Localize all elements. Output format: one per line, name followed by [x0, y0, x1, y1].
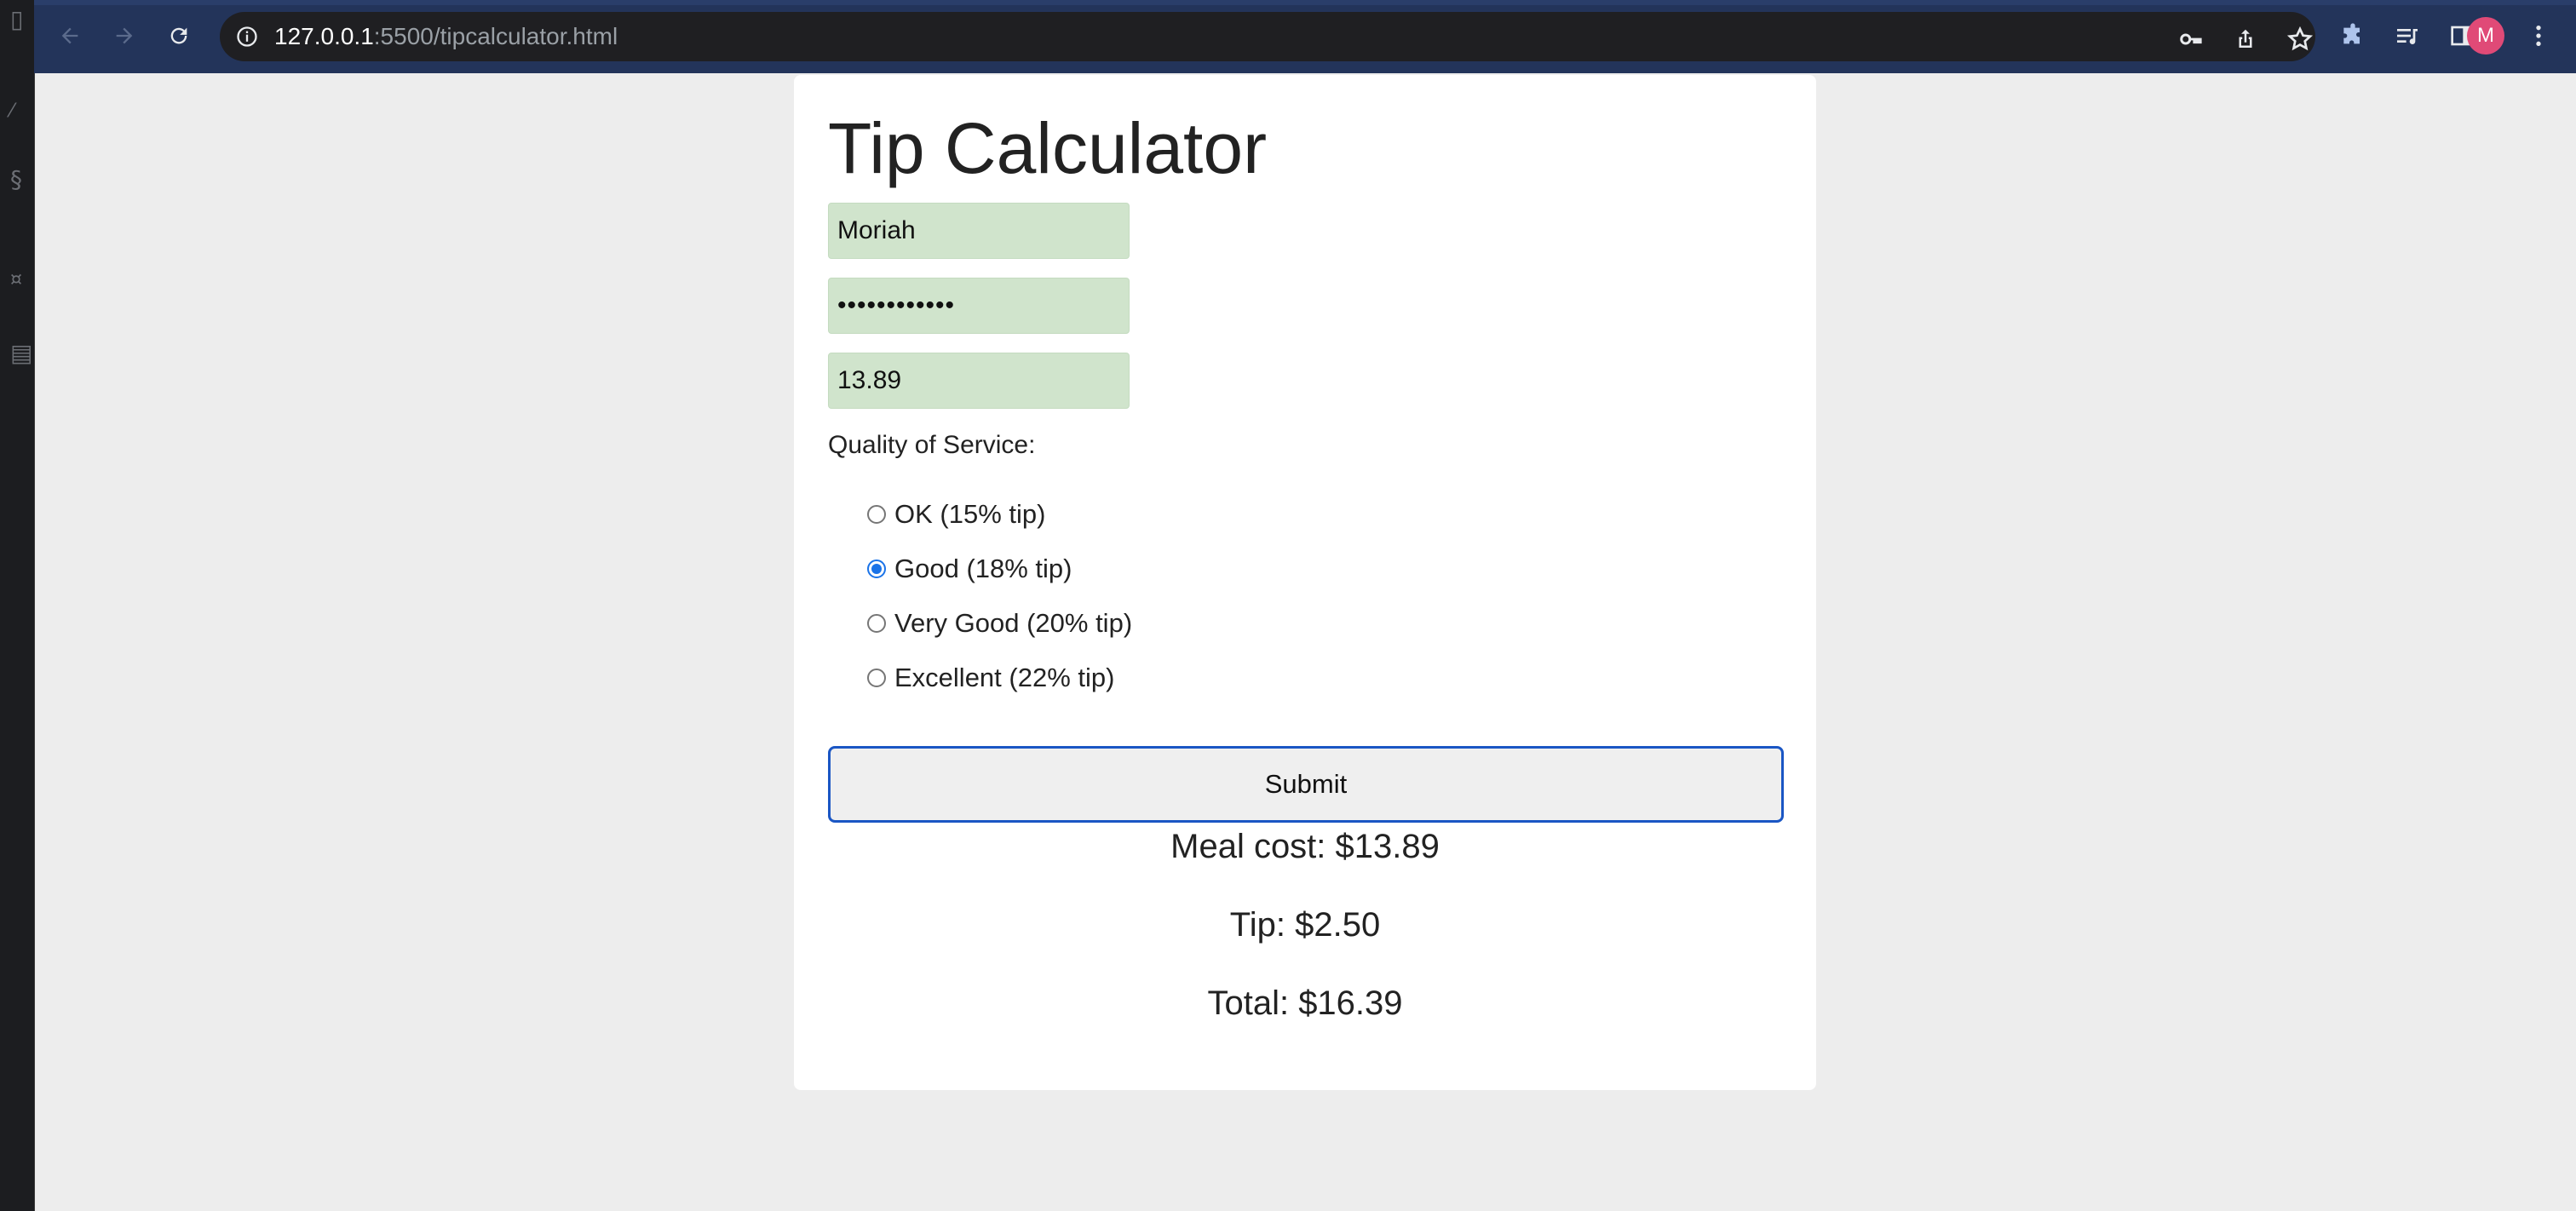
key-icon — [2180, 33, 2202, 45]
extensions-panel-icon[interactable]: ▤ — [10, 341, 32, 365]
pencil-icon[interactable]: ⁄ — [10, 102, 29, 121]
option-very-good-radio[interactable] — [867, 614, 886, 633]
star-icon — [2286, 26, 2314, 51]
total-result: Total: $16.39 — [1207, 984, 1403, 1022]
page-title: Tip Calculator — [828, 108, 1268, 188]
screen: ▯ ⁄ § ¤ ▤ 127.0.0.1:5500/tipcalculator.h… — [0, 0, 2576, 1211]
address-bar[interactable]: 127.0.0.1:5500/tipcalculator.html — [220, 12, 2315, 61]
option-excellent-radio[interactable] — [867, 669, 886, 687]
tip-calculator-card: Tip Calculator Quality of Service: OK (1… — [794, 75, 1816, 1090]
extensions-button[interactable] — [2336, 19, 2370, 53]
option-excellent[interactable]: Excellent (22% tip) — [867, 661, 1114, 695]
forward-button[interactable] — [107, 19, 141, 53]
option-very-good[interactable]: Very Good (20% tip) — [867, 606, 1132, 640]
extensions-icon — [2343, 23, 2360, 44]
option-very-good-label[interactable]: Very Good (20% tip) — [894, 608, 1132, 639]
url-text[interactable]: 127.0.0.1:5500/tipcalculator.html — [274, 12, 618, 61]
tab-strip-edge — [34, 0, 2576, 5]
meal-cost-result: Meal cost: $13.89 — [1170, 828, 1440, 865]
files-icon[interactable]: ▯ — [10, 8, 29, 32]
password-key-button[interactable] — [2176, 24, 2206, 55]
debug-icon[interactable]: ¤ — [10, 271, 29, 290]
browser-toolbar: 127.0.0.1:5500/tipcalculator.html M — [34, 0, 2576, 73]
reading-list-icon — [2397, 29, 2418, 44]
option-ok[interactable]: OK (15% tip) — [867, 497, 1045, 531]
option-good-radio[interactable] — [867, 560, 886, 578]
password-input[interactable] — [828, 278, 1130, 334]
info-icon[interactable] — [235, 25, 259, 49]
reading-list-button[interactable] — [2390, 19, 2424, 53]
url-path: :5500/tipcalculator.html — [373, 23, 618, 49]
submit-button[interactable]: Submit — [828, 746, 1784, 823]
option-ok-radio[interactable] — [867, 505, 886, 524]
menu-icon — [2536, 26, 2541, 46]
back-icon — [61, 27, 78, 44]
option-excellent-label[interactable]: Excellent (22% tip) — [894, 663, 1114, 693]
back-button[interactable] — [53, 19, 87, 53]
option-ok-label[interactable]: OK (15% tip) — [894, 499, 1045, 530]
tip-result: Tip: $2.50 — [1229, 906, 1381, 944]
option-good-label[interactable]: Good (18% tip) — [894, 554, 1072, 584]
reload-icon — [170, 27, 187, 44]
url-host: 127.0.0.1 — [274, 23, 374, 49]
share-button[interactable] — [2230, 24, 2261, 55]
profile-avatar[interactable]: M — [2467, 17, 2504, 55]
meal-cost-input[interactable] — [828, 353, 1130, 409]
bookmark-button[interactable] — [2285, 24, 2315, 55]
service-quality-label: Quality of Service: — [828, 431, 1036, 459]
share-icon — [2239, 29, 2252, 48]
editor-activity-bar: ▯ ⁄ § ¤ ▤ — [0, 0, 35, 1211]
forward-icon — [116, 27, 133, 44]
name-input[interactable] — [828, 203, 1130, 259]
option-good[interactable]: Good (18% tip) — [867, 552, 1072, 586]
source-control-icon[interactable]: § — [10, 168, 29, 192]
chrome-menu-button[interactable] — [2521, 19, 2556, 53]
reload-button[interactable] — [162, 19, 196, 53]
